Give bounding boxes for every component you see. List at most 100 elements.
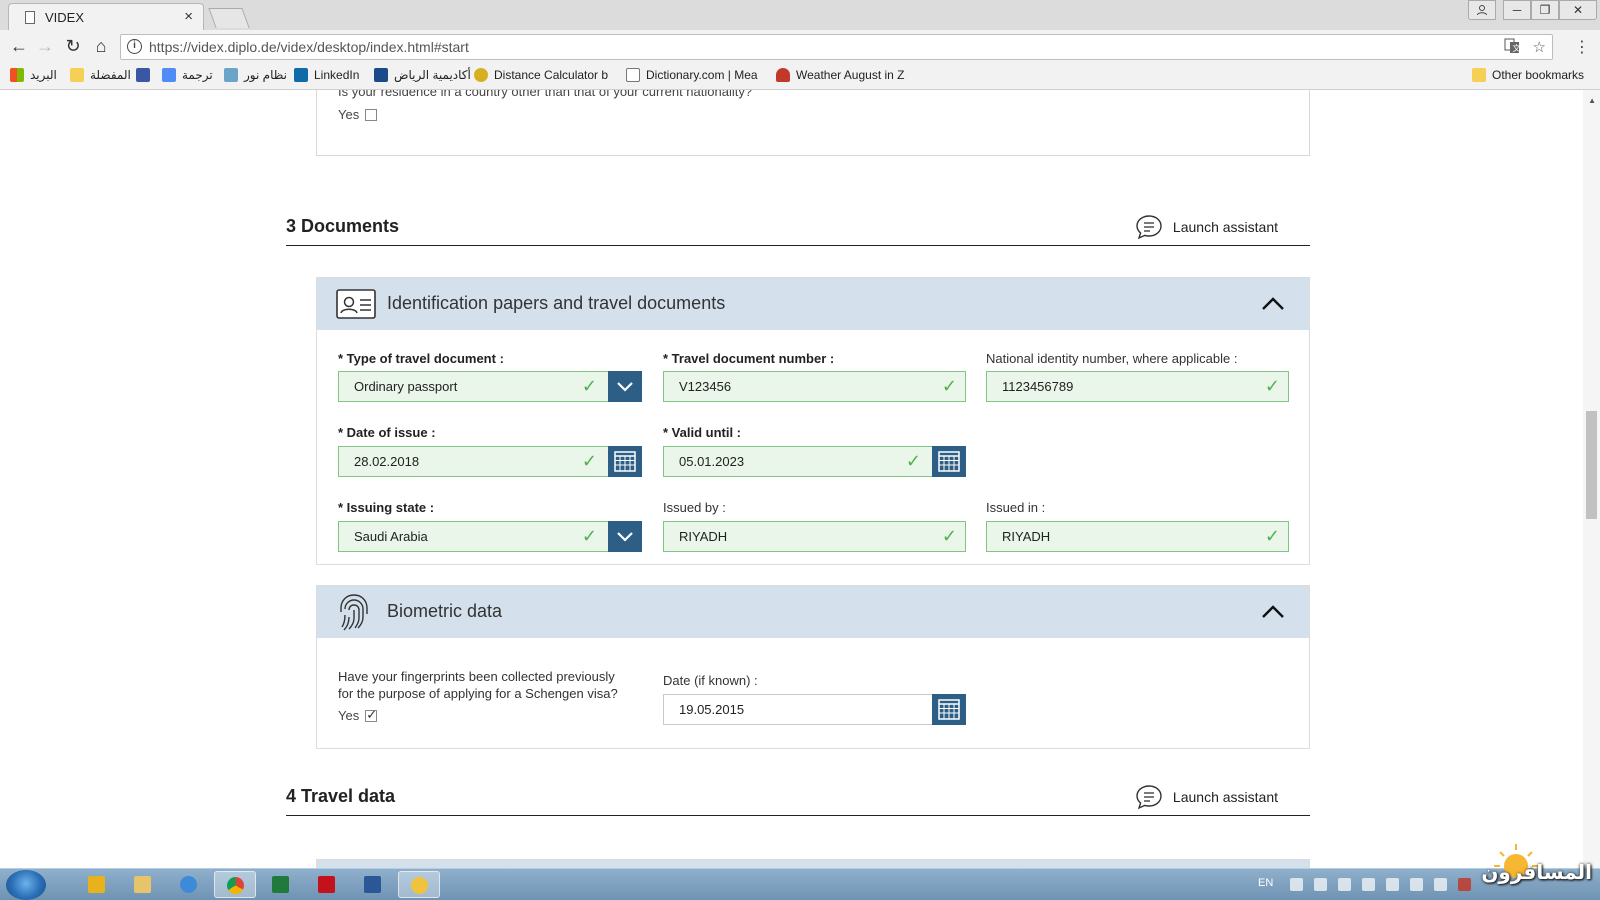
taskbar-excel[interactable] (260, 871, 302, 898)
issue-date-input[interactable]: 28.02.2018 ✓ (338, 446, 642, 477)
fingerprint-question-line2: for the purpose of applying for a Scheng… (338, 686, 618, 701)
profile-icon[interactable] (1468, 0, 1496, 20)
id-card-icon (336, 289, 376, 319)
id-panel-header[interactable]: Identification papers and travel documen… (317, 278, 1309, 330)
outlook-icon (88, 876, 105, 893)
section-title: 3 Documents (286, 216, 400, 236)
chevron-up-icon[interactable] (1261, 600, 1285, 624)
bookmark-weather[interactable]: Weather August in Z (776, 68, 905, 86)
info-icon[interactable]: i (127, 39, 142, 54)
bookmark-star-icon[interactable]: ☆ (1533, 38, 1546, 56)
chevron-up-icon[interactable] (1261, 292, 1285, 316)
bookmark-noor[interactable]: نظام نور (224, 68, 287, 86)
tray-chrome-icon[interactable] (1290, 878, 1303, 891)
residence-yes-row: Yes (338, 107, 378, 122)
doc-number-input[interactable]: V123456 ✓ (663, 371, 966, 402)
dropdown-button[interactable] (608, 521, 642, 552)
tray-app-icon[interactable] (1314, 878, 1327, 891)
home-icon[interactable]: ⌂ (90, 36, 112, 57)
chat-bubble-icon (1136, 215, 1162, 240)
launch-assistant-button[interactable]: Launch assistant (1135, 214, 1278, 240)
issuing-state-select[interactable]: Saudi Arabia ✓ (338, 521, 642, 552)
issued-in-value: RIYADH (1002, 529, 1051, 544)
biometric-panel-header[interactable]: Biometric data (317, 586, 1309, 638)
calendar-icon (614, 451, 636, 472)
issued-by-label: Issued by : (663, 500, 726, 515)
tray-signal-icon[interactable] (1386, 878, 1399, 891)
taskbar-ie[interactable] (168, 871, 210, 898)
national-id-input[interactable]: 1123456789 ✓ (986, 371, 1289, 402)
bookmark-label: ترجمة (182, 68, 213, 82)
bookmark-label: LinkedIn (314, 68, 360, 82)
bookmark-label: أكاديمية الرياض (394, 68, 471, 82)
residence-question: Is your residence in a country other tha… (338, 90, 753, 99)
valid-until-input[interactable]: 05.01.2023 ✓ (663, 446, 966, 477)
tab-title: VIDEX (45, 10, 85, 25)
tray-shield-icon[interactable] (1458, 878, 1471, 891)
close-window-button[interactable]: ✕ (1559, 0, 1597, 20)
tab-videx[interactable]: VIDEX × (8, 3, 204, 30)
distance-icon (474, 68, 488, 82)
biometric-panel-title: Biometric data (387, 601, 503, 621)
new-tab-button[interactable] (208, 8, 250, 28)
tray-monitor-icon[interactable] (1410, 878, 1423, 891)
calendar-button[interactable] (608, 446, 642, 477)
issue-date-label: * Date of issue : (338, 425, 436, 440)
bookmark-favorites[interactable]: المفضلة (70, 68, 131, 86)
tray-sync-icon[interactable] (1338, 878, 1351, 891)
bookmark-site[interactable] (136, 68, 156, 86)
scroll-thumb[interactable] (1586, 411, 1597, 519)
scroll-up-icon[interactable]: ▲ (1588, 96, 1596, 105)
volume-icon[interactable] (1434, 878, 1447, 891)
taskbar-chrome[interactable] (214, 871, 256, 898)
fingerprint-date-input[interactable]: 19.05.2015 (663, 694, 966, 725)
calendar-button[interactable] (932, 694, 966, 725)
taskbar-word[interactable] (352, 871, 394, 898)
reload-icon[interactable]: ↻ (62, 36, 84, 57)
back-icon[interactable]: ← (8, 36, 30, 57)
dropdown-button[interactable] (608, 371, 642, 402)
issued-by-input[interactable]: RIYADH ✓ (663, 521, 966, 552)
calendar-icon (938, 451, 960, 472)
fingerprint-icon (340, 594, 368, 631)
browser-toolbar: ← → ↻ ⌂ i https://videx.diplo.de/videx/d… (0, 30, 1600, 64)
translate-icon[interactable]: 文 (1504, 38, 1521, 58)
calendar-button[interactable] (932, 446, 966, 477)
fingerprint-question: Have your fingerprints been collected pr… (338, 668, 618, 702)
bookmark-dictionary[interactable]: Dictionary.com | Mea (626, 68, 758, 86)
start-button[interactable] (6, 870, 46, 900)
valid-until-value: 05.01.2023 (679, 454, 745, 469)
pdf-icon (318, 876, 335, 893)
taskbar-snipping[interactable] (398, 871, 440, 898)
bookmark-linkedin[interactable]: LinkedIn (294, 68, 359, 86)
address-bar[interactable]: i https://videx.diplo.de/videx/desktop/i… (120, 34, 1553, 60)
fingerprint-yes-checkbox[interactable] (365, 707, 378, 723)
national-id-label: National identity number, where applicab… (986, 351, 1238, 366)
linkedin-icon (294, 68, 308, 82)
maximize-button[interactable]: ❐ (1531, 0, 1559, 20)
forward-icon[interactable]: → (34, 36, 56, 57)
minimize-button[interactable]: ─ (1503, 0, 1531, 20)
bookmark-translate[interactable]: ترجمة (162, 68, 213, 86)
taskbar-acrobat[interactable] (306, 871, 348, 898)
doc-type-select[interactable]: Ordinary passport ✓ (338, 371, 642, 402)
issued-in-input[interactable]: RIYADH ✓ (986, 521, 1289, 552)
language-indicator[interactable]: EN (1258, 877, 1273, 889)
word-icon (364, 876, 381, 893)
travel-panel-header-partial[interactable] (316, 859, 1310, 868)
taskbar-explorer[interactable] (122, 871, 164, 898)
launch-assistant-button[interactable]: Launch assistant (1135, 784, 1278, 810)
calendar-icon (938, 699, 960, 720)
tab-close-icon[interactable]: × (184, 8, 193, 25)
residence-yes-checkbox[interactable] (365, 109, 378, 121)
taskbar-outlook[interactable] (76, 871, 118, 898)
bookmark-label: Weather August in Z (796, 68, 905, 82)
chrome-menu-icon[interactable]: ⋮ (1574, 37, 1590, 57)
bookmark-academy[interactable]: أكاديمية الرياض (374, 68, 471, 86)
bookmark-distance[interactable]: Distance Calculator b (474, 68, 608, 86)
check-icon: ✓ (941, 376, 957, 396)
tray-network-icon[interactable] (1362, 878, 1375, 891)
bookmark-mail[interactable]: البريد (10, 68, 57, 86)
bookmark-other[interactable]: Other bookmarks (1472, 68, 1584, 86)
watermark-text: المسافرون (1481, 860, 1592, 884)
